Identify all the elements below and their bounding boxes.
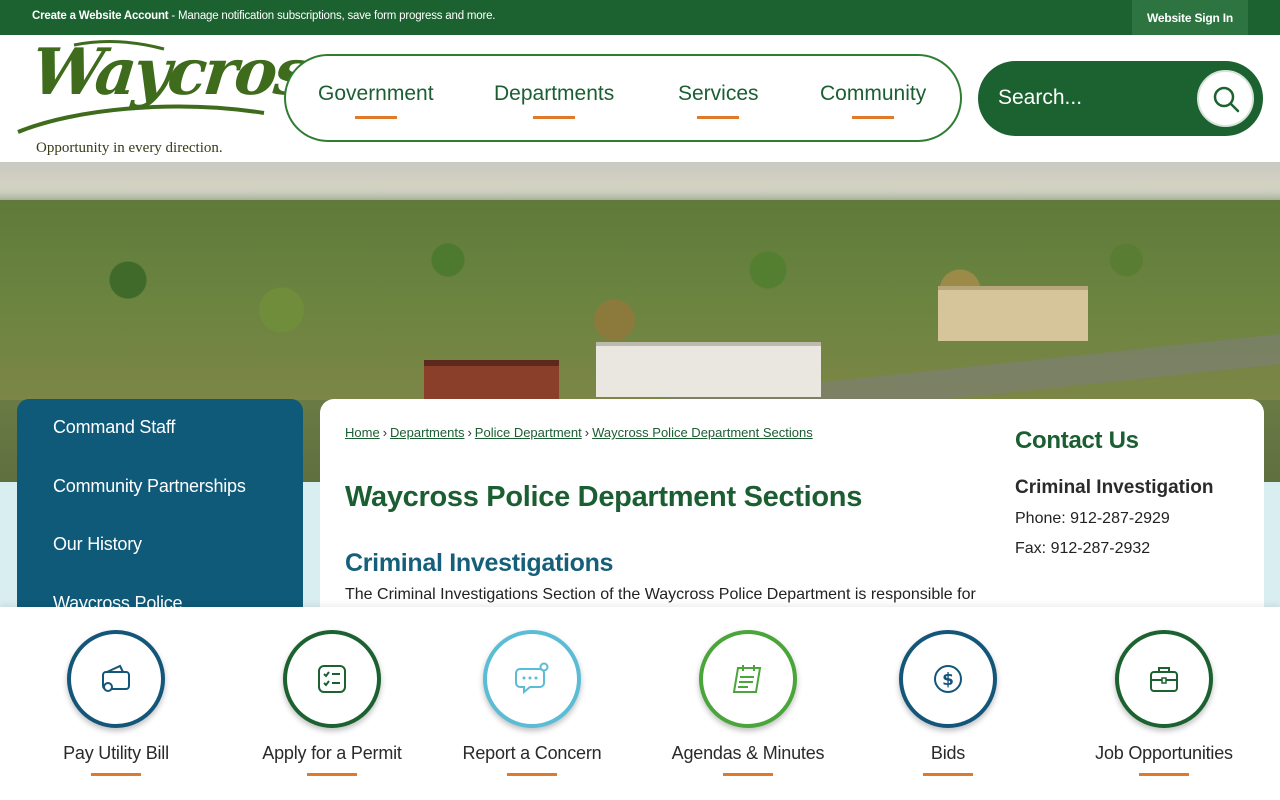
svg-text:$: $ bbox=[942, 670, 954, 690]
quick-link-label: Report a Concern bbox=[462, 743, 602, 763]
contact-us-panel: Contact Us Criminal Investigation Phone:… bbox=[1015, 427, 1245, 557]
quick-link-report-concern[interactable]: Report a Concern bbox=[432, 607, 632, 800]
section-sidebar: Command Staff Community Partnerships Our… bbox=[17, 399, 303, 609]
create-account-link[interactable]: Create a Website Account bbox=[32, 10, 169, 22]
sidebar-item-community-partnerships[interactable]: Community Partnerships bbox=[53, 476, 246, 497]
site-header: Waycross Opportunity in every direction.… bbox=[0, 35, 1280, 162]
quick-link-label: Bids bbox=[930, 743, 966, 763]
quick-link-underline bbox=[507, 773, 557, 776]
contact-fax: Fax: 912-287-2932 bbox=[1015, 540, 1151, 557]
nav-item-community[interactable]: Community bbox=[820, 82, 927, 119]
quick-link-underline bbox=[307, 773, 357, 776]
search-input[interactable] bbox=[998, 83, 1178, 113]
quick-link-underline bbox=[91, 773, 141, 776]
quick-links-bar: Pay Utility Bill Apply for a Permit Repo… bbox=[0, 607, 1280, 800]
contact-phone[interactable]: Phone: 912-287-2929 bbox=[1015, 510, 1170, 528]
breadcrumb-home[interactable]: Home bbox=[345, 425, 380, 440]
quick-link-pay-utility-bill[interactable]: Pay Utility Bill bbox=[16, 607, 216, 800]
section-title: Criminal Investigations bbox=[345, 549, 614, 577]
site-logo[interactable]: Waycross Opportunity in every direction. bbox=[14, 35, 344, 157]
breadcrumb-departments[interactable]: Departments bbox=[390, 425, 464, 440]
nav-item-services[interactable]: Services bbox=[678, 82, 759, 119]
hero-tan-building bbox=[938, 286, 1088, 341]
nav-underline bbox=[852, 116, 895, 119]
quick-link-underline bbox=[1139, 773, 1189, 776]
search-button[interactable] bbox=[1197, 70, 1254, 127]
sidebar-item-command-staff[interactable]: Command Staff bbox=[53, 417, 175, 438]
hero-white-building bbox=[596, 342, 821, 397]
main-content-card: Home › Departments › Police Department › Waycr… bbox=[320, 399, 1264, 614]
quick-link-bids[interactable]: $ Bids bbox=[848, 607, 1048, 800]
nav-underline bbox=[354, 116, 397, 119]
quick-link-circle bbox=[483, 630, 581, 728]
search-box bbox=[978, 61, 1263, 136]
search-icon bbox=[1213, 86, 1239, 112]
section-paragraph: The Criminal Investigations Section of t… bbox=[345, 586, 976, 603]
breadcrumb-separator: › bbox=[382, 425, 388, 440]
quick-link-job-opportunities[interactable]: Job Opportunities bbox=[1064, 607, 1264, 800]
nav-underline bbox=[697, 116, 740, 119]
quick-link-circle bbox=[699, 630, 797, 728]
breadcrumb: Home › Departments › Police Department › Waycr… bbox=[345, 425, 813, 440]
page-title: Waycross Police Department Sections bbox=[345, 481, 863, 513]
checklist-icon bbox=[318, 665, 346, 693]
quick-link-underline bbox=[923, 773, 973, 776]
nav-item-label: Services bbox=[678, 82, 759, 105]
create-account-description: - Manage notification subscriptions, sav… bbox=[168, 10, 496, 22]
quick-link-circle bbox=[283, 630, 381, 728]
nav-item-government[interactable]: Government bbox=[318, 82, 434, 119]
briefcase-icon bbox=[1150, 667, 1178, 692]
wallet-icon bbox=[102, 664, 130, 692]
hero-sky bbox=[0, 162, 1280, 202]
quick-link-label: Pay Utility Bill bbox=[63, 743, 169, 763]
nav-item-departments[interactable]: Departments bbox=[494, 82, 615, 119]
nav-item-label: Government bbox=[318, 82, 434, 105]
breadcrumb-police-department[interactable]: Police Department bbox=[475, 425, 582, 440]
breadcrumb-current-page[interactable]: Waycross Police Department Sections bbox=[592, 425, 813, 440]
quick-link-circle: $ bbox=[899, 630, 997, 728]
notification-bar: Create a Website Account - Manage notifi… bbox=[0, 0, 1280, 35]
nav-underline bbox=[533, 116, 576, 119]
calendar-notes-icon bbox=[732, 665, 762, 693]
quick-link-apply-for-permit[interactable]: Apply for a Permit bbox=[232, 607, 432, 800]
breadcrumb-separator: › bbox=[467, 425, 472, 440]
quick-link-label: Job Opportunities bbox=[1095, 743, 1233, 763]
hero-brick-building bbox=[424, 360, 559, 400]
quick-link-underline bbox=[723, 773, 773, 776]
contact-name: Criminal Investigation bbox=[1015, 477, 1214, 498]
quick-link-label: Apply for a Permit bbox=[262, 743, 402, 763]
website-sign-in-button[interactable]: Website Sign In bbox=[1132, 0, 1248, 35]
nav-item-label: Departments bbox=[494, 82, 615, 105]
breadcrumb-separator: › bbox=[584, 425, 590, 440]
main-navigation: Government Departments Services Communit… bbox=[284, 54, 962, 142]
sidebar-item-our-history[interactable]: Our History bbox=[53, 534, 142, 555]
logo-tagline: Opportunity in every direction. bbox=[36, 140, 223, 156]
quick-link-circle bbox=[1115, 630, 1213, 728]
chat-bubble-icon bbox=[515, 662, 549, 695]
contact-heading: Contact Us bbox=[1015, 427, 1139, 454]
create-account-message[interactable]: Create a Website Account - Manage notifi… bbox=[32, 10, 495, 22]
quick-link-label: Agendas & Minutes bbox=[671, 743, 825, 763]
quick-link-agendas-minutes[interactable]: Agendas & Minutes bbox=[648, 607, 848, 800]
dollar-icon: $ bbox=[934, 665, 962, 693]
nav-item-label: Community bbox=[820, 82, 927, 105]
quick-link-circle bbox=[67, 630, 165, 728]
